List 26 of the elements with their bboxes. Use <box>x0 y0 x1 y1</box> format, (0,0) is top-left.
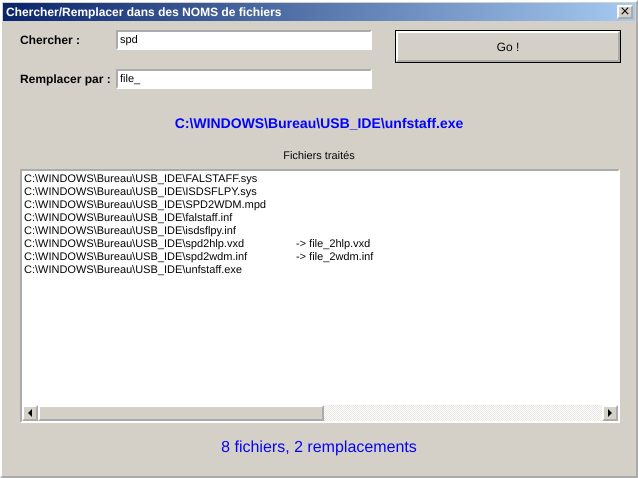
rename-result: -> file_2hlp.vxd <box>296 238 370 251</box>
scroll-right-button[interactable] <box>602 405 618 421</box>
search-field[interactable]: spd <box>116 30 372 50</box>
file-path: C:\WINDOWS\Bureau\USB_IDE\falstaff.inf <box>24 212 234 225</box>
file-path: C:\WINDOWS\Bureau\USB_IDE\spd2hlp.vxd <box>24 238 246 251</box>
file-path: C:\WINDOWS\Bureau\USB_IDE\spd2wdm.inf <box>24 251 248 264</box>
search-label: Chercher : <box>20 33 82 47</box>
file-path: C:\WINDOWS\Bureau\USB_IDE\SPD2WDM.mpd <box>24 199 268 212</box>
go-button[interactable]: Go ! <box>396 31 620 62</box>
scroll-left-button[interactable] <box>22 405 38 421</box>
scroll-thumb[interactable] <box>38 405 324 421</box>
window-title: Chercher/Remplacer dans des NOMS de fichiers <box>6 5 282 19</box>
current-file-path: C:\WINDOWS\Bureau\USB_IDE\unfstaff.exe <box>174 115 464 131</box>
rename-result: -> file_2wdm.inf <box>296 251 374 264</box>
replace-field[interactable]: file_ <box>116 69 372 89</box>
status-text: 8 fichiers, 2 remplacements <box>221 439 417 456</box>
replace-label: Remplacer par : <box>20 72 112 86</box>
file-path: C:\WINDOWS\Bureau\USB_IDE\unfstaff.exe <box>24 264 244 277</box>
file-path: C:\WINDOWS\Bureau\USB_IDE\ISDSFLPY.sys <box>24 186 258 199</box>
right-arrow-icon <box>607 409 613 417</box>
left-arrow-icon <box>27 409 33 417</box>
file-path: C:\WINDOWS\Bureau\USB_IDE\isdsflpy.inf <box>24 225 237 238</box>
list-title: Fichiers traités <box>283 150 355 162</box>
horizontal-scrollbar[interactable] <box>22 405 618 421</box>
file-path: C:\WINDOWS\Bureau\USB_IDE\FALSTAFF.sys <box>24 173 258 186</box>
close-button[interactable]: × <box>617 5 633 19</box>
